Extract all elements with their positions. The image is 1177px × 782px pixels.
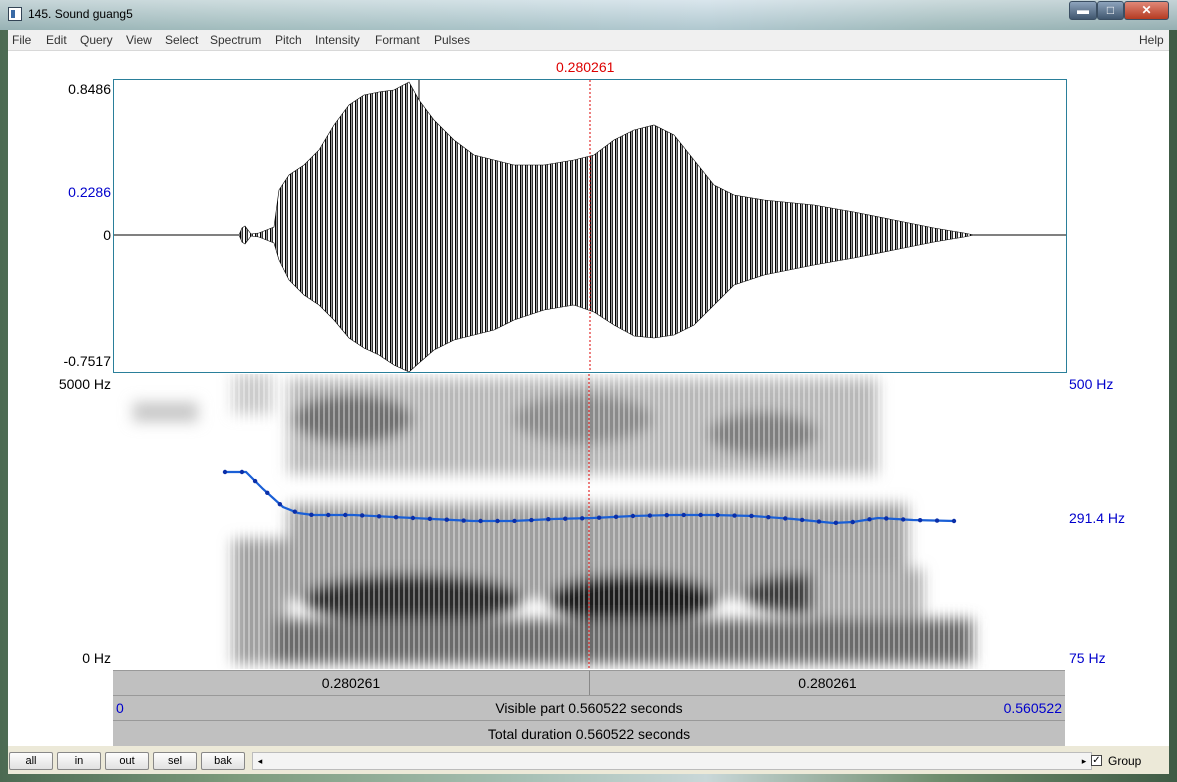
selection-bar[interactable]: 0.280261 0.280261	[113, 670, 1065, 695]
spectrogram-svg	[133, 374, 988, 669]
pitch-point	[579, 516, 585, 521]
menu-formant[interactable]: Formant	[375, 33, 420, 47]
pitch-point	[512, 518, 517, 524]
minimize-button[interactable]: ▬	[1069, 1, 1097, 20]
wave-zero-label: 0	[103, 227, 111, 243]
waveform-envelope	[238, 81, 975, 372]
pitch-point	[277, 501, 283, 507]
pitch-point	[934, 518, 940, 523]
pitch-point	[326, 512, 331, 518]
pitch-point	[427, 516, 433, 522]
waveform-svg	[114, 80, 1066, 372]
pitch-point	[309, 512, 314, 517]
scroll-right-arrow-icon[interactable]: ▸	[1077, 753, 1091, 769]
group-checkbox-label: Group	[1108, 754, 1142, 768]
pitch-point	[698, 512, 703, 518]
bottom-toolbar: all in out sel bak ◂ ▸ ✓ Group	[8, 746, 1169, 774]
pitch-point	[376, 514, 382, 519]
visible-part-label: Visible part 0.560522 seconds	[495, 700, 683, 716]
menu-view[interactable]: View	[126, 33, 152, 47]
zoom-selection-button[interactable]: sel	[153, 752, 197, 770]
pitch-point	[359, 513, 365, 518]
spectrogram-panel[interactable]	[113, 374, 1067, 669]
pitch-point	[410, 515, 416, 521]
menu-help[interactable]: Help	[1139, 33, 1164, 47]
visible-part-bar[interactable]: 0 Visible part 0.560522 seconds 0.560522	[113, 695, 1065, 720]
pitch-point	[664, 512, 670, 518]
zoom-all-button[interactable]: all	[9, 752, 53, 770]
wave-cursor-value-label: 0.2286	[68, 184, 111, 200]
pitch-point	[478, 518, 483, 524]
waveform-panel[interactable]	[113, 79, 1067, 373]
window-title: 145. Sound guang5	[28, 7, 133, 21]
pitch-point	[681, 512, 686, 518]
pitch-cursor-label: 291.4 Hz	[1069, 510, 1126, 526]
total-duration-bar[interactable]: Total duration 0.560522 seconds	[113, 720, 1065, 746]
pitch-point	[393, 514, 399, 520]
pitch-point	[867, 517, 872, 522]
spectrum-top-label: 5000 Hz	[58, 376, 111, 392]
pitch-point	[222, 469, 228, 475]
spectrogram-striations	[228, 374, 988, 669]
menu-pitch[interactable]: Pitch	[275, 33, 302, 47]
pitch-point	[799, 517, 805, 523]
spectrum-bottom-label: 0 Hz	[82, 650, 111, 666]
menu-spectrum[interactable]: Spectrum	[210, 33, 261, 47]
pitch-point	[884, 516, 889, 521]
zoom-out-button[interactable]: out	[105, 752, 149, 770]
menu-edit[interactable]: Edit	[46, 33, 67, 47]
pitch-point	[444, 517, 449, 522]
menu-bar: File Edit Query View Select Spectrum Pit…	[8, 30, 1169, 51]
wave-min-label: -0.7517	[63, 353, 111, 369]
pitch-point	[951, 518, 957, 524]
window-titlebar[interactable]: 145. Sound guang5 ▬ □ ✕	[0, 0, 1177, 30]
pitch-point	[495, 518, 500, 524]
right-part-duration: 0.280261	[798, 675, 857, 691]
cursor-time-label: 0.280261	[556, 59, 615, 75]
menu-intensity[interactable]: Intensity	[315, 33, 360, 47]
scroll-left-arrow-icon[interactable]: ◂	[253, 753, 267, 769]
pitch-point	[529, 517, 534, 523]
pitch-point	[917, 517, 923, 523]
pitch-point	[783, 516, 788, 521]
close-button[interactable]: ✕	[1124, 1, 1169, 20]
pitch-point	[461, 518, 466, 523]
pitch-bottom-label: 75 Hz	[1069, 650, 1106, 666]
pitch-point	[647, 513, 653, 518]
pitch-point	[292, 509, 298, 514]
left-part-duration: 0.280261	[321, 675, 381, 691]
pitch-point	[630, 513, 636, 519]
menu-query[interactable]: Query	[80, 33, 113, 47]
pitch-point	[816, 519, 822, 524]
pitch-point	[546, 517, 551, 522]
pitch-point	[833, 520, 839, 526]
pitch-point	[901, 517, 906, 522]
pitch-point	[239, 469, 245, 475]
pitch-point	[252, 478, 258, 484]
pitch-point	[596, 515, 602, 520]
menu-file[interactable]: File	[12, 33, 31, 47]
pitch-point	[265, 490, 270, 496]
menu-select[interactable]: Select	[165, 33, 198, 47]
total-duration-label: Total duration 0.560522 seconds	[487, 726, 691, 742]
pitch-point	[563, 516, 568, 521]
pitch-point	[343, 512, 348, 518]
group-checkbox[interactable]: ✓	[1091, 755, 1102, 766]
pitch-point	[732, 513, 737, 518]
menu-pulses[interactable]: Pulses	[434, 33, 470, 47]
pitch-point	[613, 514, 619, 520]
visible-end-label: 0.560522	[1003, 700, 1062, 716]
pitch-point	[850, 519, 855, 525]
horizontal-scrollbar[interactable]: ◂ ▸	[252, 752, 1092, 770]
zoom-back-button[interactable]: bak	[201, 752, 245, 770]
pitch-point	[766, 514, 771, 520]
pitch-point	[715, 512, 720, 518]
pitch-point	[749, 513, 754, 519]
pitch-top-label: 500 Hz	[1069, 376, 1114, 392]
maximize-button[interactable]: □	[1097, 1, 1124, 20]
wave-max-label: 0.8486	[68, 81, 111, 97]
praat-window-icon	[8, 7, 22, 21]
zoom-in-button[interactable]: in	[57, 752, 101, 770]
